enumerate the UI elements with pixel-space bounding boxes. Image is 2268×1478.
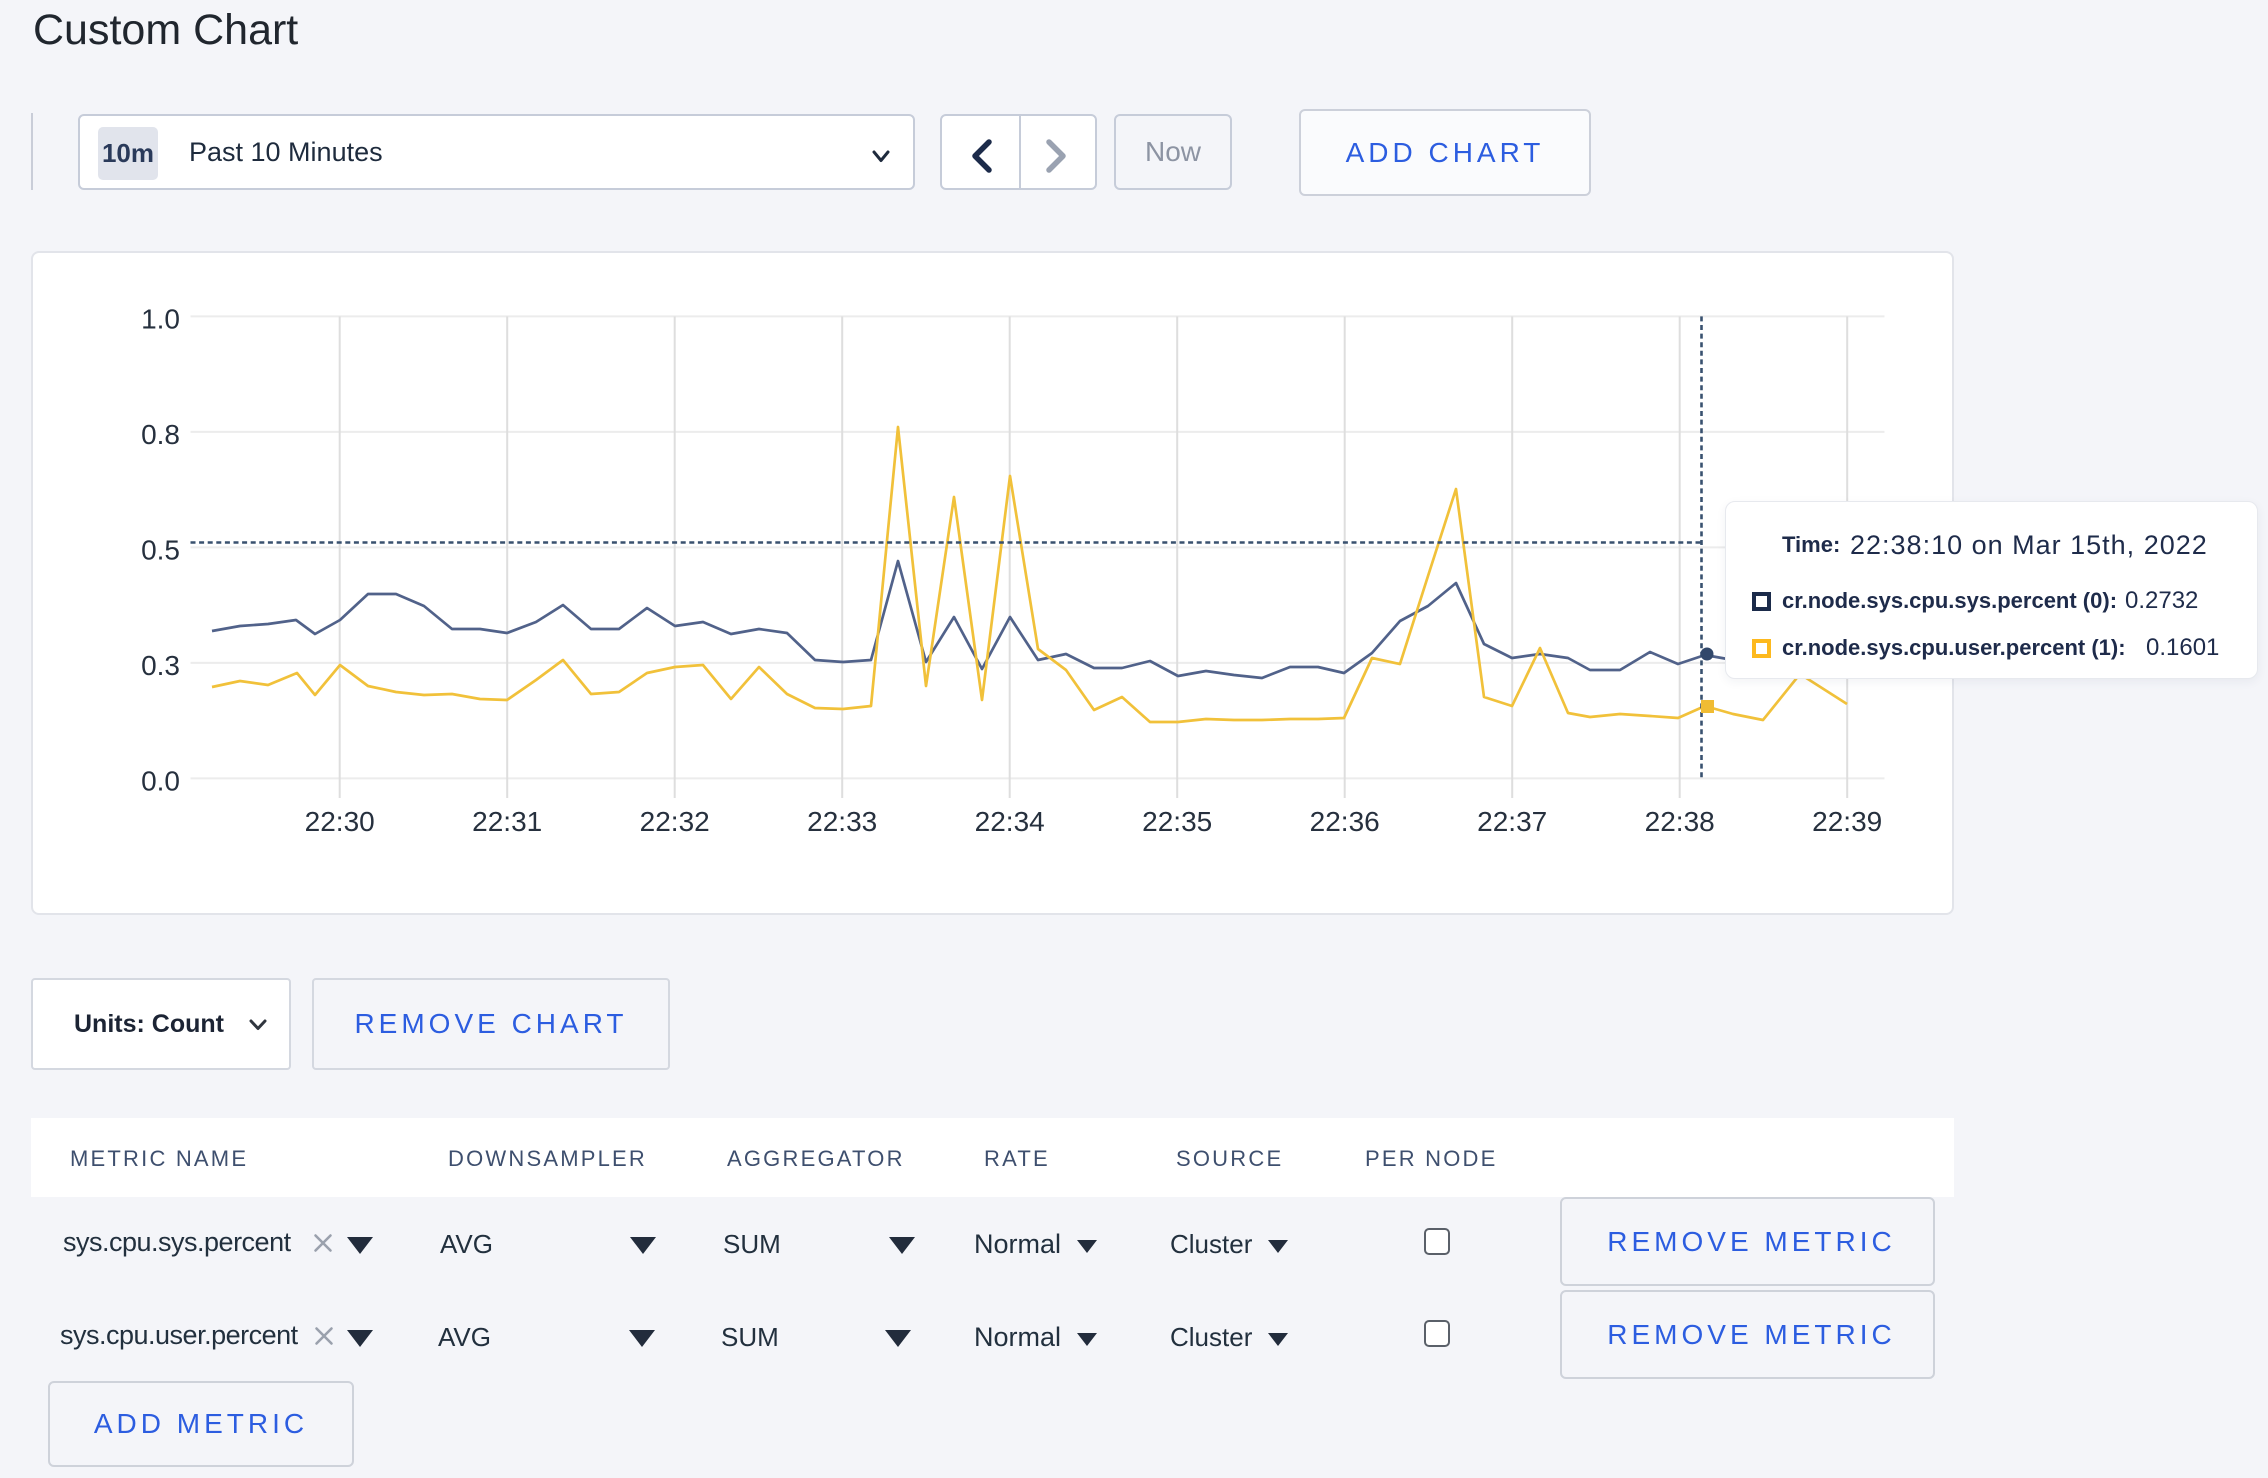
- svg-text:22:30: 22:30: [305, 806, 375, 837]
- svg-text:22:34: 22:34: [975, 806, 1045, 837]
- svg-text:0.5: 0.5: [141, 534, 180, 565]
- svg-text:22:33: 22:33: [807, 806, 877, 837]
- svg-text:1.0: 1.0: [141, 303, 180, 334]
- svg-text:22:35: 22:35: [1142, 806, 1212, 837]
- svg-text:22:32: 22:32: [640, 806, 710, 837]
- svg-text:22:38: 22:38: [1645, 806, 1715, 837]
- svg-text:22:39: 22:39: [1812, 806, 1882, 837]
- svg-text:0.3: 0.3: [141, 650, 180, 681]
- svg-text:22:37: 22:37: [1477, 806, 1547, 837]
- svg-text:0.0: 0.0: [141, 765, 180, 796]
- svg-text:22:36: 22:36: [1310, 806, 1380, 837]
- svg-text:0.8: 0.8: [141, 419, 180, 450]
- svg-text:22:31: 22:31: [472, 806, 542, 837]
